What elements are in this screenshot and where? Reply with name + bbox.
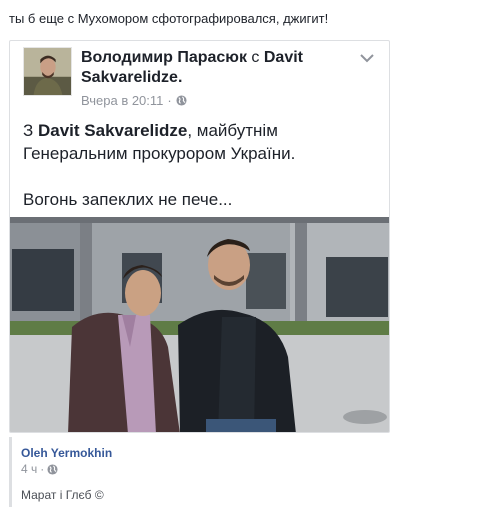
author-avatar[interactable] [23, 47, 72, 96]
body-prefix: З [23, 121, 38, 140]
globe-icon[interactable] [176, 95, 187, 106]
body-suffix: , майбутнім [187, 121, 278, 140]
shared-post-card: Володимир Парасюк с Davit Sakvarelidze. … [9, 40, 390, 433]
avatar-image [24, 48, 71, 95]
comment-separator: · [40, 462, 45, 476]
comment-quote-bar [9, 437, 12, 507]
globe-icon[interactable] [47, 463, 58, 475]
shared-post-header: Володимир Парасюк с Davit Sakvarelidze. … [10, 41, 389, 111]
body-line-3: Вогонь запеклих не пече... [23, 190, 233, 209]
comment-meta: 4 ч · [21, 462, 58, 476]
body-line-2: Генеральним прокурором України. [23, 144, 296, 163]
comment-time[interactable]: 4 ч [21, 462, 37, 476]
post-meta: Вчера в 20:11 · [81, 93, 187, 108]
comment-author[interactable]: Oleh Yermokhin [21, 446, 112, 460]
chevron-down-icon[interactable] [360, 53, 374, 63]
author-name[interactable]: Володимир Парасюк [81, 49, 247, 66]
with-word: с [251, 49, 260, 66]
post-text: ты б еще с Мухомором сфотографировался, … [9, 11, 329, 26]
meta-separator: · [167, 93, 172, 108]
body-tagged-name[interactable]: Davit Sakvarelidze [38, 121, 187, 140]
shared-post-body: З Davit Sakvarelidze, майбутнім Генераль… [23, 119, 373, 211]
post-timestamp[interactable]: Вчера в 20:11 [81, 93, 163, 108]
author-line: Володимир Парасюк с Davit Sakvarelidze. [81, 48, 351, 88]
post-photo[interactable] [10, 217, 390, 433]
comment-text: Марат і Глєб © [21, 488, 104, 502]
